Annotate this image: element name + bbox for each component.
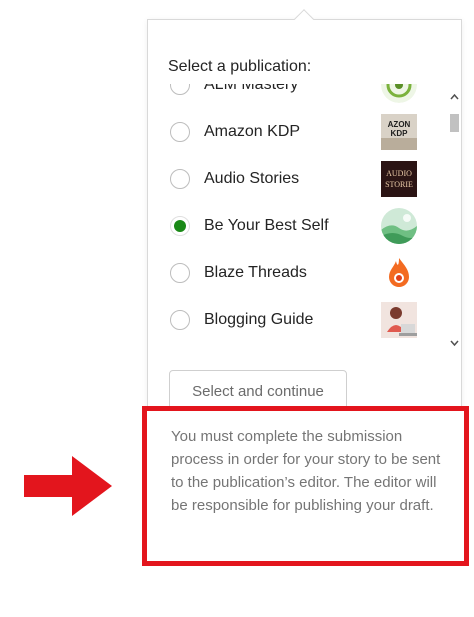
publication-label: ALM Mastery (204, 84, 299, 93)
publication-item-amazon-kdp[interactable]: Amazon KDP AZON KDP (148, 108, 448, 155)
publication-label: Amazon KDP (204, 122, 301, 140)
publication-list[interactable]: ALM Mastery Amazon KDP AZON KDP Audio St… (148, 84, 448, 350)
amazon-kdp-logo: AZON KDP (381, 113, 417, 150)
scroll-up-icon[interactable] (448, 90, 461, 102)
radio-audio-stories[interactable] (170, 168, 190, 189)
blaze-threads-logo (381, 254, 417, 291)
list-scrollbar[interactable] (448, 90, 461, 350)
audio-stories-logo: AUDIO STORIE (381, 160, 417, 197)
arrow-right-icon (24, 456, 112, 516)
svg-text:AUDIO: AUDIO (386, 169, 412, 178)
publication-item-audio-stories[interactable]: Audio Stories AUDIO STORIE (148, 155, 448, 202)
svg-text:KDP: KDP (391, 129, 409, 138)
publication-popover: Select a publication: ALM Mastery Amazon… (147, 19, 462, 439)
publication-item-be-your-best-self[interactable]: Be Your Best Self (148, 202, 448, 249)
publication-label: Be Your Best Self (204, 216, 329, 234)
submission-note: You must complete the submission process… (171, 428, 441, 514)
publication-item-blogging-guide[interactable]: Blogging Guide (148, 296, 448, 343)
svg-text:STORIE: STORIE (385, 180, 413, 189)
scroll-down-icon[interactable] (448, 336, 461, 348)
highlight-box: You must complete the submission process… (142, 406, 469, 566)
scroll-thumb[interactable] (450, 114, 459, 132)
publication-label: Blogging Guide (204, 310, 314, 328)
radio-amazon-kdp[interactable] (170, 121, 190, 142)
radio-be-your-best-self[interactable] (170, 215, 190, 236)
publication-label: Audio Stories (204, 169, 300, 187)
publication-label: Blaze Threads (204, 263, 307, 281)
radio-alm-mastery[interactable] (170, 84, 190, 95)
blogging-guide-logo (381, 301, 417, 338)
publication-item-blaze-threads[interactable]: Blaze Threads (148, 249, 448, 296)
radio-blaze-threads[interactable] (170, 262, 190, 283)
radio-blogging-guide[interactable] (170, 309, 190, 330)
popover-heading: Select a publication: (168, 58, 312, 75)
svg-text:AZON: AZON (388, 120, 411, 129)
alm-mastery-logo (381, 84, 417, 103)
publication-item-alm-mastery[interactable]: ALM Mastery (148, 84, 448, 108)
be-your-best-self-logo (381, 207, 417, 244)
